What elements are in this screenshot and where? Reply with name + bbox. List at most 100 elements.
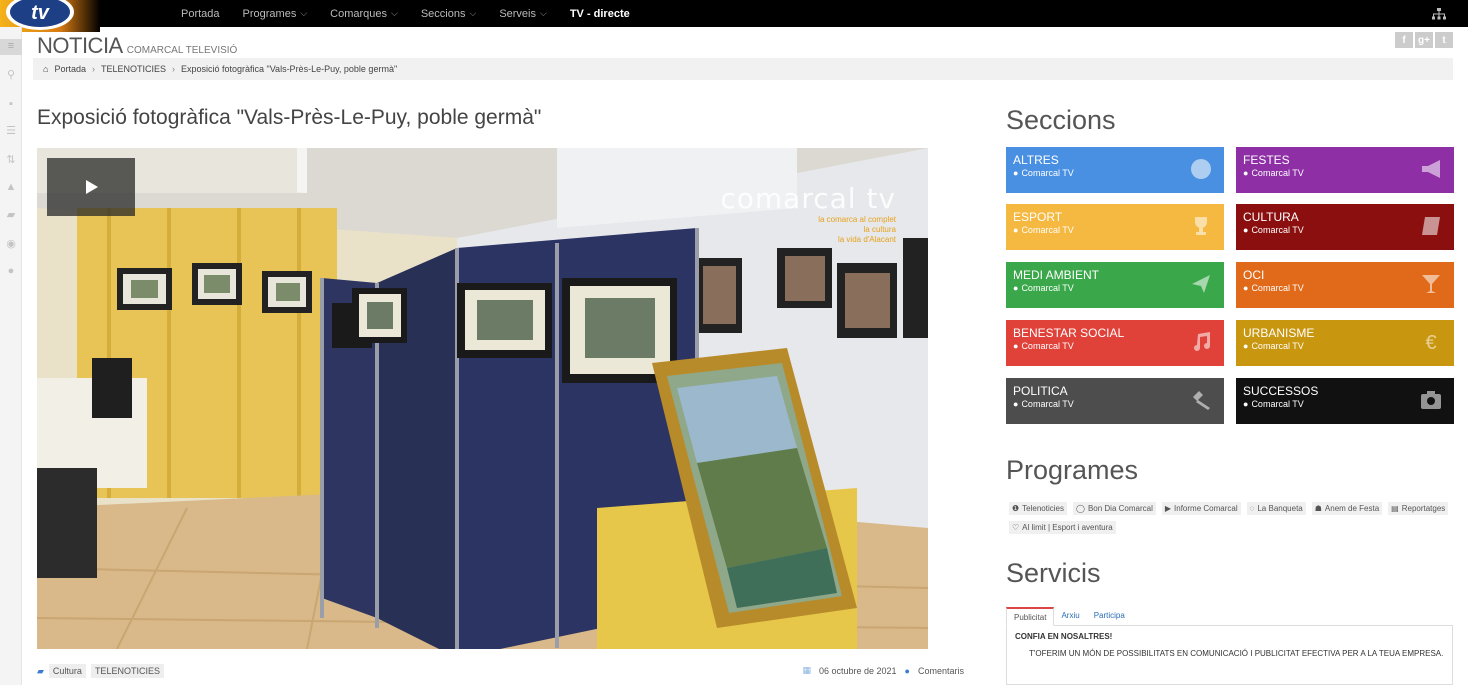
- tile-subtitle: ● Comarcal TV: [1013, 225, 1074, 235]
- tile-subtitle: ● Comarcal TV: [1013, 168, 1074, 178]
- tile-title: ALTRES: [1013, 153, 1059, 167]
- servicis-tabs: Publicitat Arxiu Participa: [1006, 607, 1453, 626]
- googleplus-icon[interactable]: g+: [1415, 32, 1433, 48]
- page-site-name: COMARCAL TELEVISIÓ: [126, 45, 238, 56]
- comments-icon: ●: [904, 665, 910, 676]
- music-icon: [1194, 332, 1210, 351]
- trophy-icon: [1195, 217, 1207, 235]
- tag-icon: ●: [1243, 283, 1249, 293]
- programa-label: Reportatges: [1401, 504, 1446, 513]
- tag-icon: ●: [1013, 399, 1019, 409]
- programa-link[interactable]: ▤ Reportatges: [1388, 502, 1449, 515]
- svg-text:tv: tv: [31, 2, 51, 24]
- section-tile-cultura[interactable]: CULTURA ● Comarcal TV: [1236, 204, 1454, 250]
- section-tile-esport[interactable]: ESPORT ● Comarcal TV: [1006, 204, 1224, 250]
- play-button[interactable]: [47, 158, 135, 216]
- tile-subtitle: ● Comarcal TV: [1013, 341, 1074, 351]
- video-icon[interactable]: ▪: [4, 97, 18, 111]
- programa-link[interactable]: ◌ La Banqueta: [1246, 502, 1306, 515]
- home-icon: ⌂: [43, 64, 49, 74]
- tile-title: ESPORT: [1013, 210, 1063, 224]
- section-tile-festes[interactable]: FESTES ● Comarcal TV: [1236, 147, 1454, 193]
- list-icon[interactable]: ☰: [4, 124, 18, 138]
- breadcrumb-home[interactable]: Portada: [54, 64, 86, 74]
- programa-label: La Banqueta: [1257, 504, 1303, 513]
- panel-title: CONFIA EN NOSALTRES!: [1015, 632, 1113, 641]
- search-icon[interactable]: ⚲: [4, 68, 18, 82]
- tile-subtitle: ● Comarcal TV: [1013, 399, 1074, 409]
- section-tile-urbanisme[interactable]: URBANISME ● Comarcal TV €: [1236, 320, 1454, 366]
- nav-seccions[interactable]: Seccions ⌵: [421, 8, 476, 20]
- svg-text:€: €: [1425, 332, 1436, 353]
- tile-subtitle: ● Comarcal TV: [1243, 168, 1304, 178]
- watermark-line: la vida d'Alacant: [837, 235, 896, 244]
- tag-icon: ●: [1243, 168, 1249, 178]
- tag-telenoticies[interactable]: TELENOTICIES: [90, 664, 164, 678]
- chevron-down-icon: ⌵: [391, 8, 398, 18]
- drop-icon[interactable]: ●: [4, 264, 18, 278]
- nav-tv-directe[interactable]: TV - directe: [570, 8, 630, 20]
- nav-portada[interactable]: Portada: [181, 8, 220, 20]
- video-player[interactable]: comarcal tv la comarca al complet la cul…: [37, 148, 928, 649]
- watermark-line: la comarca al complet: [818, 215, 896, 224]
- twitter-icon[interactable]: t: [1435, 32, 1453, 48]
- left-icon-bar: ≡ ⚲ ▪ ☰ ⇅ ▲ ▰ ◉ ●: [0, 27, 22, 685]
- nav-comarques[interactable]: Comarques ⌵: [330, 8, 398, 20]
- tile-subtitle: ● Comarcal TV: [1243, 399, 1304, 409]
- tile-title: URBANISME: [1243, 326, 1315, 340]
- tab-arxiu[interactable]: Arxiu: [1054, 607, 1086, 625]
- plane-icon: [1192, 275, 1210, 293]
- panel-text: T'OFERIM UN MÓN DE POSSIBILITATS EN COMU…: [1029, 649, 1444, 658]
- tile-title: SUCCESSOS: [1243, 384, 1319, 398]
- breadcrumb-separator: ›: [91, 64, 95, 74]
- breadcrumb-separator: ›: [171, 64, 175, 74]
- servicis-heading: Servicis: [1006, 558, 1101, 588]
- programa-link[interactable]: ◯ Bon Dia Comarcal: [1072, 502, 1156, 515]
- comments-link[interactable]: Comentaris: [918, 666, 964, 676]
- tab-publicitat[interactable]: Publicitat: [1006, 607, 1055, 626]
- section-tile-altres[interactable]: ALTRES ● Comarcal TV: [1006, 147, 1224, 193]
- tile-subtitle: ● Comarcal TV: [1243, 283, 1304, 293]
- main-nav: Portada Programes ⌵ Comarques ⌵ Seccions ⌵ …: [181, 0, 653, 27]
- facebook-icon[interactable]: f: [1395, 32, 1413, 48]
- section-tile-medi-ambient[interactable]: MEDI AMBIENT ● Comarcal TV: [1006, 262, 1224, 308]
- tag-cultura[interactable]: Cultura: [48, 664, 86, 678]
- play-icon: [86, 180, 98, 194]
- programes-heading: Programes: [1006, 455, 1139, 485]
- programa-link[interactable]: ▶ Informe Comarcal: [1161, 502, 1241, 515]
- section-tile-politica[interactable]: POLITICA ● Comarcal TV: [1006, 378, 1224, 424]
- breadcrumb: ⌂ Portada › TELENOTICIES › Exposició fot…: [33, 58, 1453, 80]
- programa-label: Bon Dia Comarcal: [1087, 504, 1153, 513]
- programa-label: Informe Comarcal: [1174, 504, 1238, 513]
- tile-subtitle: ● Comarcal TV: [1013, 283, 1074, 293]
- tag-icon: ●: [1013, 168, 1019, 178]
- section-tile-successos[interactable]: SUCCESSOS ● Comarcal TV: [1236, 378, 1454, 424]
- chevron-down-icon: ⌵: [469, 8, 477, 18]
- sitemap-icon[interactable]: [1432, 8, 1446, 20]
- book-icon: ▰: [37, 665, 44, 676]
- nav-serveis[interactable]: Serveis ⌵: [499, 8, 547, 20]
- book-icon[interactable]: ▰: [4, 208, 18, 222]
- tile-title: BENESTAR SOCIAL: [1013, 326, 1125, 340]
- section-tile-oci[interactable]: OCI ● Comarcal TV: [1236, 262, 1454, 308]
- page-section-title: NOTICIA: [37, 33, 123, 58]
- tab-participa[interactable]: Participa: [1087, 607, 1132, 625]
- section-tile-benestar-social[interactable]: BENESTAR SOCIAL ● Comarcal TV: [1006, 320, 1224, 366]
- sort-icon[interactable]: ⇅: [4, 153, 18, 167]
- binoculars-icon[interactable]: ▲: [4, 180, 18, 194]
- breadcrumb-telenoticies[interactable]: TELENOTICIES: [101, 64, 166, 74]
- info-icon: ❶: [1012, 504, 1020, 513]
- tag-icon: ●: [1243, 341, 1249, 351]
- film-icon: ▤: [1391, 504, 1399, 513]
- article-title: Exposició fotogràfica "Vals-Près-Le-Puy,…: [37, 106, 542, 129]
- nav-programes[interactable]: Programes ⌵: [243, 8, 308, 20]
- menu-icon[interactable]: ≡: [0, 39, 22, 55]
- programa-link[interactable]: ☗ Anem de Festa: [1311, 502, 1383, 515]
- programa-label: Anem de Festa: [1324, 504, 1380, 513]
- eye-icon[interactable]: ◉: [4, 237, 18, 251]
- programa-link[interactable]: ❶ Telenoticies: [1009, 502, 1067, 515]
- euro-icon: €: [1425, 332, 1436, 353]
- programa-link[interactable]: ♡ Al limit | Esport i aventura: [1009, 521, 1116, 534]
- megaphone-icon: [1422, 160, 1440, 178]
- book-icon: [1422, 217, 1440, 235]
